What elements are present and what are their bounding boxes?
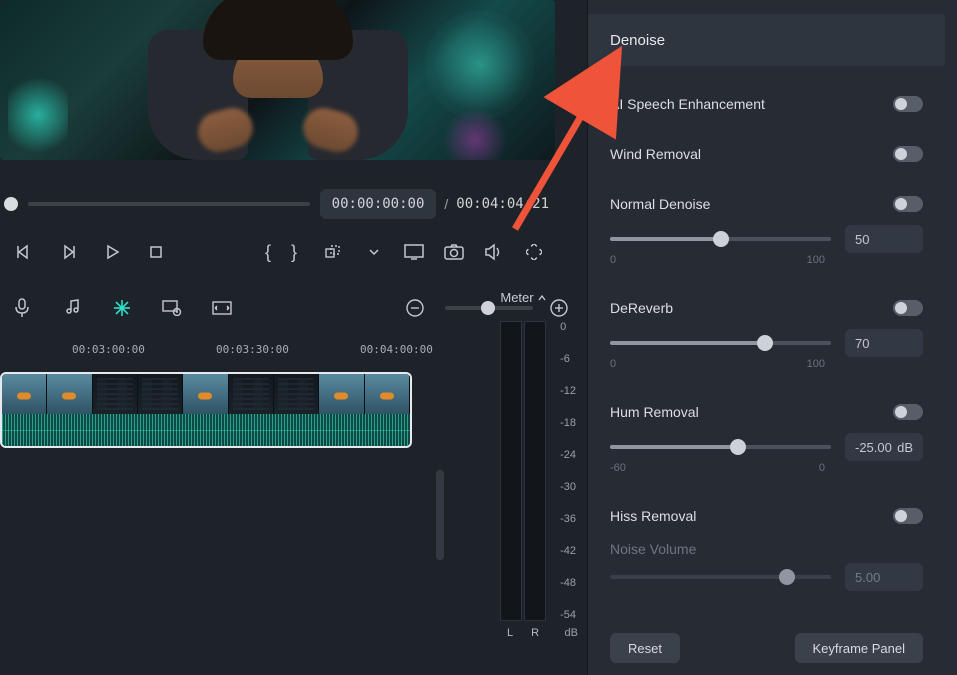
dereverb-toggle[interactable] [893, 300, 923, 316]
range-max-label: 100 [807, 254, 825, 272]
crop-mode-button[interactable] [321, 240, 347, 264]
music-note-icon[interactable] [58, 294, 86, 322]
stop-button[interactable] [140, 238, 172, 266]
meter-left-label: L [507, 627, 513, 639]
meter-bar-left [500, 321, 522, 621]
ai-speech-enhancement-toggle[interactable] [893, 96, 923, 112]
meter-right-label: R [531, 627, 539, 639]
hum-removal-slider-thumb[interactable] [730, 439, 746, 455]
ruler-timecode: 00:03:30:00 [216, 343, 289, 356]
panel-section-header-denoise[interactable]: Denoise [588, 14, 945, 66]
hum-removal-toggle[interactable] [893, 404, 923, 420]
fit-width-icon[interactable] [208, 294, 236, 322]
mic-icon[interactable] [8, 294, 36, 322]
meter-label-text: Meter [500, 290, 533, 305]
playhead-scrub-handle[interactable] [4, 197, 18, 211]
ruler-timecode: 00:04:00:00 [360, 343, 433, 356]
meter-bar-right [524, 321, 546, 621]
wind-removal-toggle[interactable] [893, 146, 923, 162]
noise-volume-slider-thumb[interactable] [779, 569, 795, 585]
hiss-removal-toggle[interactable] [893, 508, 923, 524]
dereverb-slider[interactable] [610, 341, 831, 345]
range-min-label: -60 [610, 462, 626, 480]
preview-visibility-icon[interactable] [158, 294, 186, 322]
volume-button[interactable] [481, 240, 507, 264]
meter-tick: -24 [560, 449, 576, 461]
meter-tick: -48 [560, 577, 576, 589]
step-forward-button[interactable] [52, 238, 84, 266]
normal-denoise-value[interactable]: 50 [845, 225, 923, 253]
play-button[interactable] [96, 238, 128, 266]
display-button[interactable] [401, 240, 427, 264]
meter-tick: -42 [560, 545, 576, 557]
noise-volume-label: Noise Volume [610, 541, 696, 557]
range-min-label: 0 [610, 254, 616, 272]
timeline-ruler[interactable]: 00:03:00:00 00:03:30:00 00:04:00:00 [0, 342, 460, 366]
dereverb-value[interactable]: 70 [845, 329, 923, 357]
caret-up-icon [538, 295, 546, 301]
wind-removal-label: Wind Removal [610, 146, 701, 162]
noise-volume-slider[interactable] [610, 575, 831, 579]
chevron-down-icon[interactable] [361, 240, 387, 264]
meter-tick: -6 [560, 353, 576, 365]
hum-removal-value[interactable]: -25.00 dB [845, 433, 923, 461]
hum-removal-value-unit: dB [897, 440, 913, 455]
meter-unit-label: dB [565, 627, 578, 639]
playhead-scrub-track[interactable] [28, 202, 310, 206]
mark-out-button[interactable]: } [291, 242, 297, 263]
normal-denoise-slider-thumb[interactable] [713, 231, 729, 247]
dereverb-label: DeReverb [610, 300, 673, 316]
hiss-removal-label: Hiss Removal [610, 508, 696, 524]
zoom-out-button[interactable] [401, 294, 429, 322]
meter-tick: -30 [560, 481, 576, 493]
normal-denoise-slider[interactable] [610, 237, 831, 241]
mark-in-button[interactable]: { [265, 242, 271, 263]
noise-volume-value[interactable]: 5.00 [845, 563, 923, 591]
dereverb-slider-thumb[interactable] [757, 335, 773, 351]
total-time-display: 00:04:04:21 [456, 196, 549, 212]
time-separator: / [444, 196, 448, 212]
meter-tick: -12 [560, 385, 576, 397]
normal-denoise-toggle[interactable] [893, 196, 923, 212]
enhance-icon[interactable] [108, 294, 136, 322]
meter-tick: 0 [560, 321, 576, 333]
timeline-clip[interactable] [0, 372, 412, 448]
step-back-button[interactable] [8, 238, 40, 266]
range-min-label: 0 [610, 358, 616, 376]
ai-speech-enhancement-label: AI Speech Enhancement [610, 96, 765, 112]
clip-audio-track [2, 414, 410, 446]
ruler-timecode: 00:03:00:00 [72, 343, 145, 356]
audio-meter: 0 -6 -12 -18 -24 -30 -36 -42 -48 -54 dB [500, 321, 546, 621]
snapshot-button[interactable] [441, 240, 467, 264]
meter-tick: -18 [560, 417, 576, 429]
hum-removal-slider[interactable] [610, 445, 831, 449]
meter-tick: -36 [560, 513, 576, 525]
video-preview[interactable] [0, 0, 555, 160]
range-max-label: 100 [807, 358, 825, 376]
meter-tick: -54 [560, 609, 576, 621]
normal-denoise-label: Normal Denoise [610, 196, 710, 212]
clip-video-track [2, 374, 410, 414]
fullscreen-button[interactable] [521, 240, 547, 264]
keyframe-panel-button[interactable]: Keyframe Panel [795, 633, 924, 663]
hum-removal-value-number: -25.00 [855, 440, 892, 455]
panel-header-label: Denoise [610, 32, 665, 49]
range-max-label: 0 [819, 462, 825, 480]
current-time-display[interactable]: 00:00:00:00 [320, 189, 437, 219]
timeline-vertical-scrollbar[interactable] [436, 470, 444, 560]
meter-panel-toggle[interactable]: Meter [500, 290, 545, 305]
hum-removal-label: Hum Removal [610, 404, 699, 420]
reset-button[interactable]: Reset [610, 633, 680, 663]
